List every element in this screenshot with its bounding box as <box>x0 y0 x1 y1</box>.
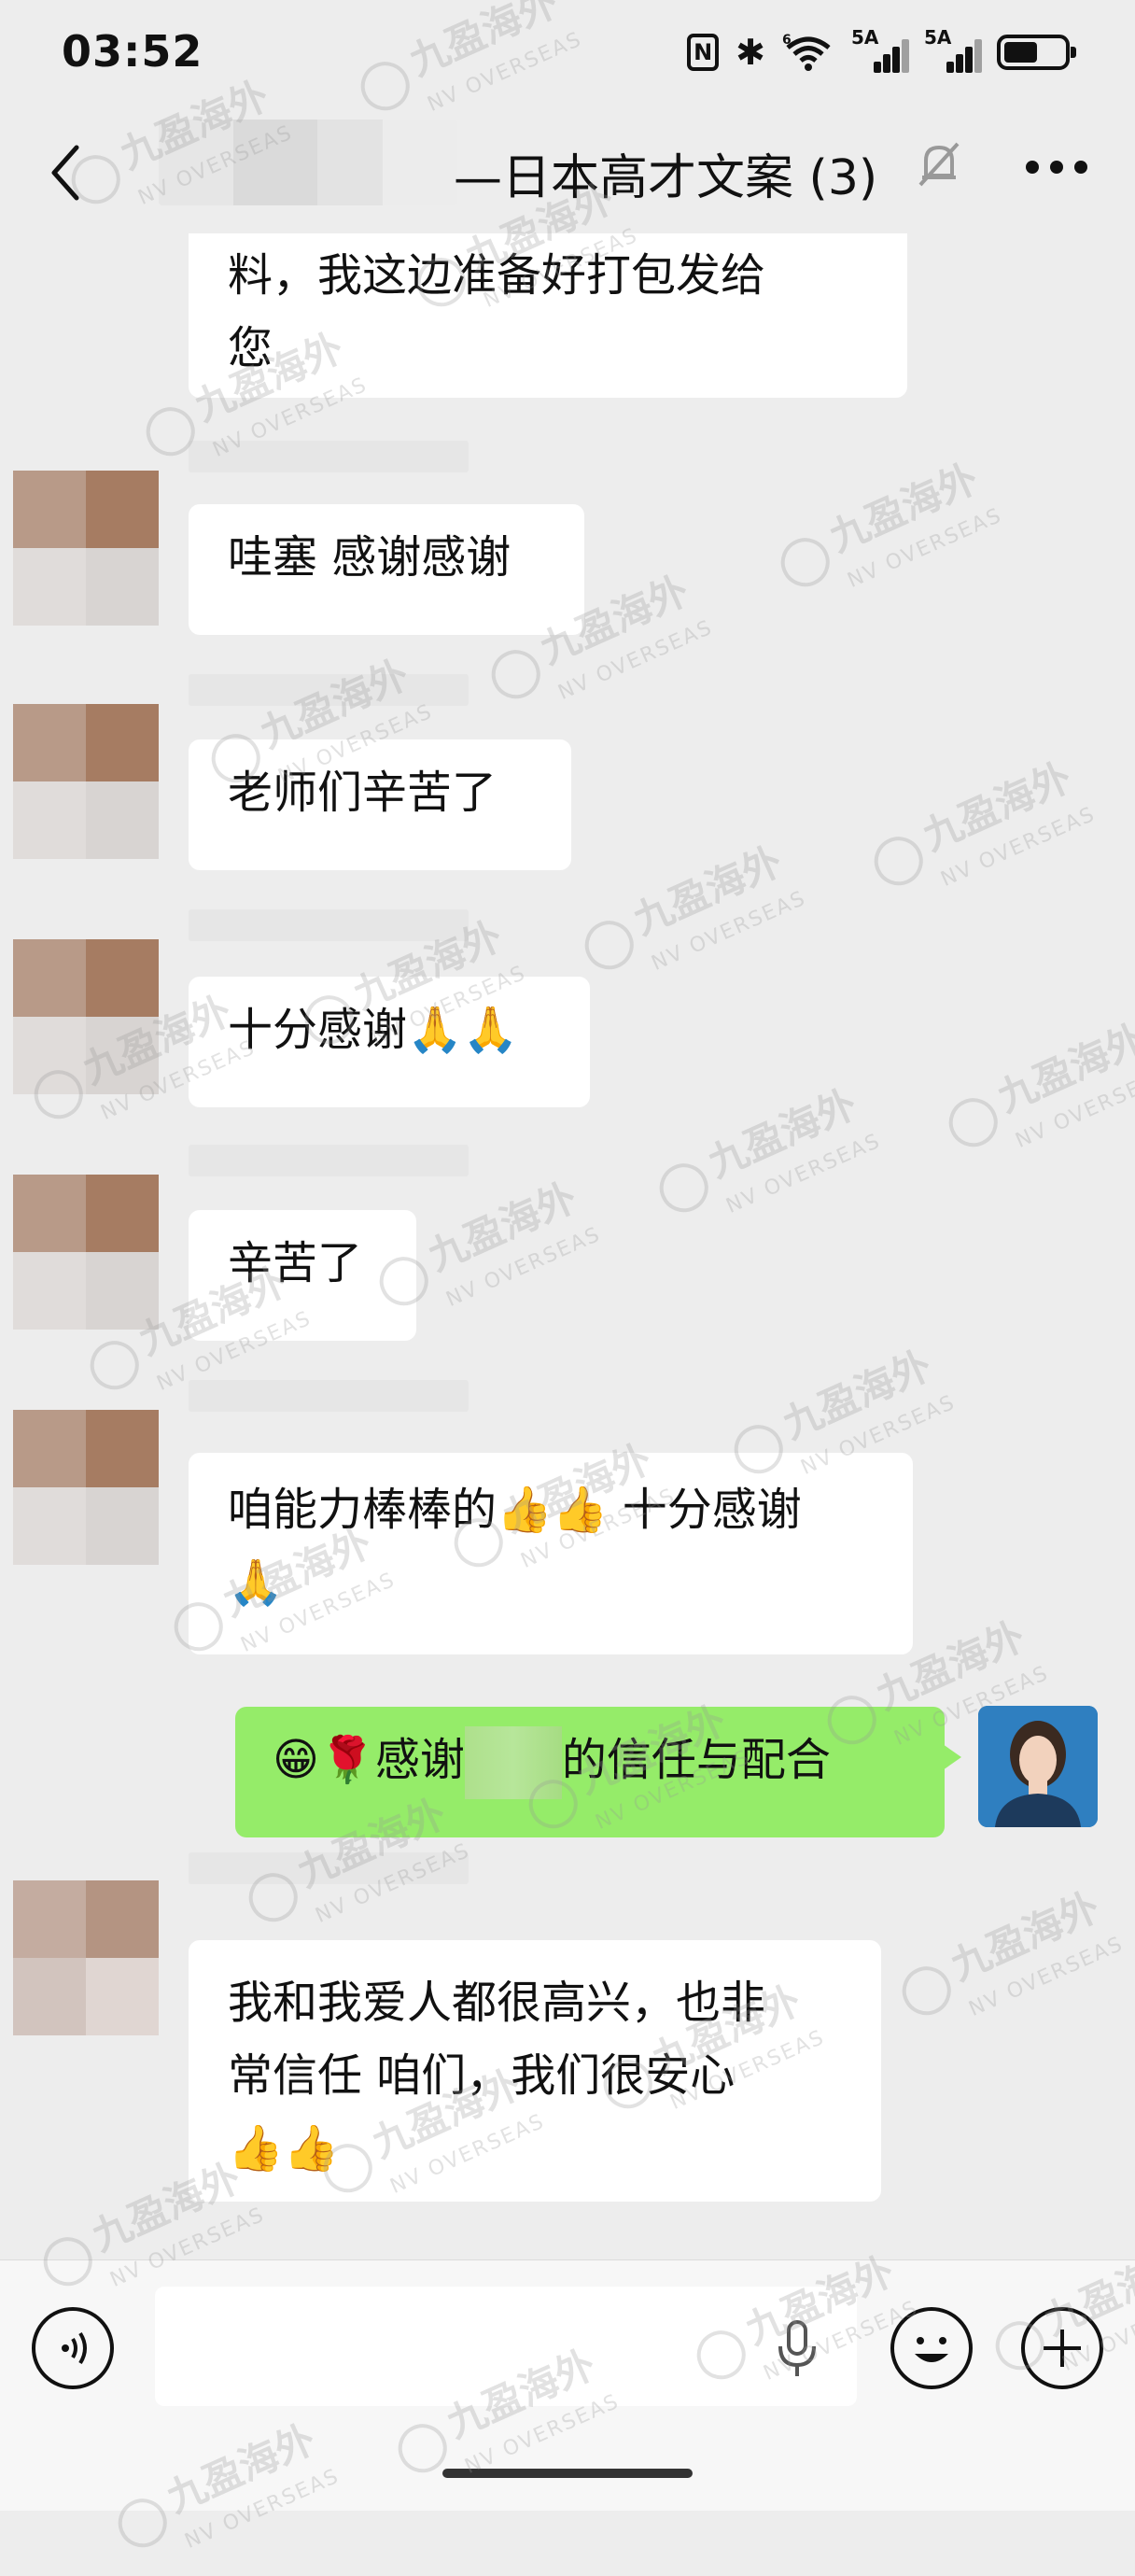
message-bubble[interactable]: 我和我爱人都很高兴，也非 常信任 咱们，我们很安心 👍👍 <box>189 1940 881 2202</box>
status-time: 03:52 <box>62 26 203 77</box>
message-bubble[interactable]: 辛苦了 <box>189 1210 416 1341</box>
message-bubble[interactable]: 料，我这边准备好打包发给 您 <box>189 233 907 398</box>
avatar[interactable] <box>13 939 159 1094</box>
mic-icon[interactable] <box>771 2318 823 2380</box>
avatar[interactable] <box>13 1880 159 2035</box>
emoji-icon <box>915 2337 948 2362</box>
thumbs-up-emoji: 👍👍 <box>228 2122 340 2175</box>
battery-icon <box>997 35 1076 70</box>
voice-button[interactable] <box>32 2307 114 2389</box>
status-icons: N ✱ 6 5A 5A <box>687 26 1076 73</box>
thumbs-up-emoji: 👍👍 <box>497 1484 609 1536</box>
message-bubble[interactable]: 老师们辛苦了 <box>189 739 571 870</box>
sender-name-redacted <box>189 441 469 472</box>
my-message-bubble[interactable]: 😁🌹感谢 的信任与配合 <box>235 1707 961 1837</box>
bluetooth-icon: ✱ <box>736 32 765 73</box>
signal-icon: 5A <box>924 26 982 73</box>
emoji-button[interactable] <box>890 2307 973 2389</box>
message-bubble[interactable]: 十分感谢🙏🙏 <box>189 977 590 1107</box>
chat-title: —日本高才文案 (3) <box>454 150 878 206</box>
pray-emoji: 🙏 <box>228 1556 284 1609</box>
more-button[interactable] <box>1010 144 1103 190</box>
sender-name-redacted <box>189 1380 469 1412</box>
pray-emoji: 🙏🙏 <box>407 1004 519 1056</box>
message-bubble[interactable]: 哇塞 感谢感谢 <box>189 504 584 635</box>
status-bar: 03:52 N ✱ 6 5A 5A <box>0 0 1135 112</box>
sender-name-redacted <box>189 674 469 706</box>
nfc-icon: N <box>687 34 720 71</box>
avatar[interactable] <box>13 1410 159 1565</box>
back-icon <box>51 145 79 201</box>
chat-message-list[interactable]: 料，我这边准备好打包发给 您 哇塞 感谢感谢 老师们辛苦了 十分感谢🙏🙏 辛苦了 <box>0 233 1135 2259</box>
svg-text:6: 6 <box>782 33 792 48</box>
grin-rose-emoji: 😁🌹 <box>273 1734 375 1786</box>
sender-name-redacted <box>189 909 469 941</box>
avatar[interactable] <box>13 1175 159 1330</box>
voice-icon <box>62 2331 87 2365</box>
redacted-text <box>464 1726 562 1799</box>
sender-name-redacted <box>189 1145 469 1176</box>
back-button[interactable] <box>43 131 110 215</box>
message-bubble[interactable]: 咱能力棒棒的👍👍 十分感谢 🙏 <box>189 1453 913 1654</box>
wifi-icon: 6 <box>782 33 834 72</box>
mute-bell-icon <box>917 138 961 190</box>
home-indicator <box>442 2469 693 2478</box>
avatar[interactable] <box>13 471 159 626</box>
plus-icon <box>1044 2330 1081 2367</box>
signal-icon: 5A <box>851 26 909 73</box>
message-input[interactable] <box>155 2287 857 2406</box>
sender-name-redacted <box>189 1852 469 1884</box>
chat-name-redacted <box>159 120 457 205</box>
avatar[interactable] <box>13 704 159 859</box>
my-avatar[interactable] <box>978 1706 1098 1827</box>
more-icon <box>1026 161 1039 174</box>
plus-button[interactable] <box>1021 2307 1103 2389</box>
